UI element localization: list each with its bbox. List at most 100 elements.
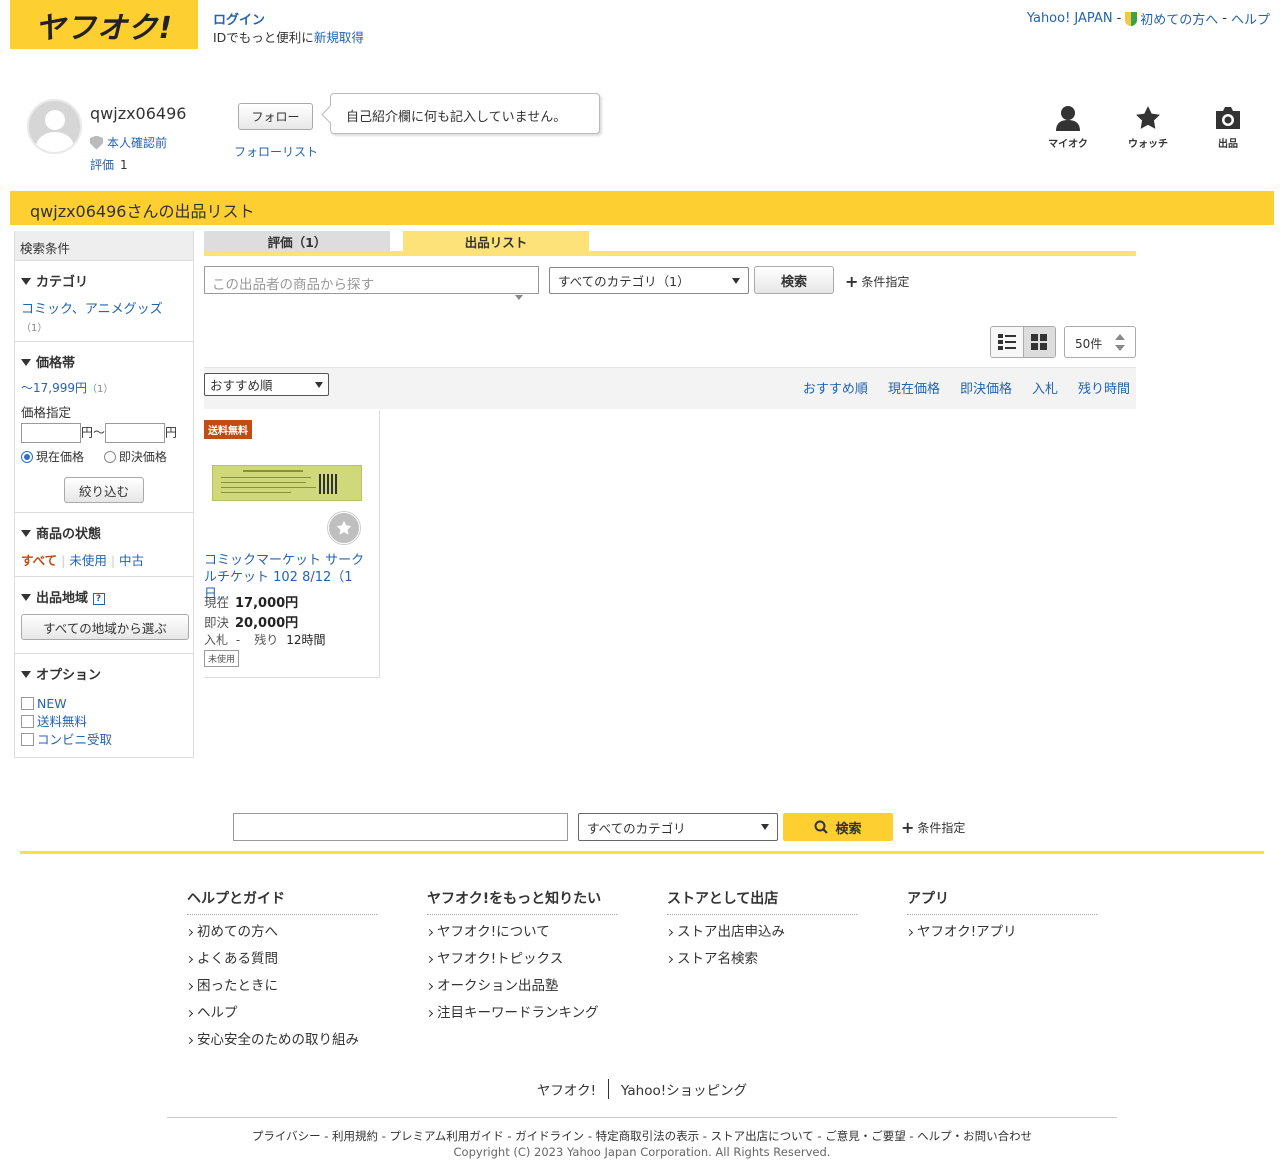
search-button[interactable]: 検索 [754,266,834,294]
bottom-search-button[interactable]: 検索 [783,813,893,841]
condition-unused[interactable]: 未使用 [69,553,107,568]
person-icon [1038,103,1098,131]
triangle-down-icon [21,530,31,537]
category-select[interactable]: すべてのカテゴリ（1） [549,267,749,294]
footer-link[interactable]: ストア名検索 [667,951,857,978]
sort-time-left[interactable]: 残り時間 [1078,378,1130,397]
current-price-radio[interactable]: 現在価格 [21,450,84,464]
condition-all[interactable]: すべて [21,553,57,568]
checkbox[interactable] [21,697,34,710]
option-label[interactable]: NEW [37,696,67,711]
sell-button[interactable]: 出品 [1198,103,1258,150]
brand-shopping-link[interactable]: Yahoo!ショッピング [608,1079,759,1099]
price-title[interactable]: 価格帯 [21,352,187,371]
grid-view-button[interactable] [1023,327,1055,357]
yahoo-japan-link[interactable]: Yahoo! JAPAN [1027,11,1113,26]
chevron-down-icon[interactable] [1115,345,1125,351]
triangle-down-icon [21,359,31,366]
sep: - [1222,11,1227,26]
filter-button[interactable]: 絞り込む [64,477,144,503]
sort-select[interactable]: おすすめ順 [204,373,329,396]
footer-link[interactable]: よくある質問 [187,951,377,978]
sort-current-price[interactable]: 現在価格 [888,378,940,397]
footer-link[interactable]: オークション出品塾 [427,978,617,1005]
watch-button[interactable]: ウォッチ [1118,103,1178,150]
checkbox[interactable] [21,715,34,728]
brand-yahuoku-link[interactable]: ヤフオク! [525,1079,608,1099]
verify-link[interactable]: 本人確認前 [107,134,167,151]
option-free-shipping[interactable]: 送料無料 [21,713,187,731]
price-range[interactable]: 〜17,999円（1） [21,379,187,396]
category-title[interactable]: カテゴリ [21,271,187,290]
footer-link[interactable]: ストア出店申込み [667,924,857,951]
region-title[interactable]: 出品地域 ? [21,587,187,606]
bottom-advanced-link[interactable]: + 条件指定 [901,818,965,837]
tab-listing[interactable]: 出品リスト [403,231,589,251]
select-region-button[interactable]: すべての地域から選ぶ [21,614,189,640]
myauc-button[interactable]: マイオク [1038,103,1098,150]
sort-buyout-price[interactable]: 即決価格 [960,378,1012,397]
verify-status[interactable]: 本人確認前 [90,134,167,151]
rating-link[interactable]: 評価 [90,158,114,172]
category-count: （1） [21,323,48,334]
options-title[interactable]: オプション [21,664,187,683]
bottom-search-input[interactable] [233,813,568,841]
footer-link[interactable]: ヘルプ [187,1005,377,1032]
list-view-button[interactable] [991,327,1024,357]
footer-link[interactable]: 困ったときに [187,978,377,1005]
footer-col-about: ヤフオク!をもっと知りたい ヤフオク!について ヤフオク!トピックス オークショ… [427,888,617,1032]
watch-star-button[interactable] [328,512,360,544]
condition-badge: 未使用 [204,650,240,667]
buyout-price-radio[interactable]: 即決価格 [103,450,167,464]
register-link[interactable]: 新規取得 [314,30,364,45]
option-new[interactable]: NEW [21,695,187,713]
free-shipping-badge: 送料無料 [204,420,252,439]
category-link[interactable]: コミック、アニメグッズ [21,298,187,317]
chevron-down-icon[interactable] [515,295,523,300]
follow-list-link[interactable]: フォローリスト [234,143,318,160]
product-thumbnail[interactable] [212,465,362,501]
bottom-category-select[interactable]: すべてのカテゴリ [578,813,778,841]
copyright: Copyright (C) 2023 Yahoo Japan Corporati… [453,1145,831,1159]
help-icon[interactable]: ? [92,593,105,605]
remain-value: 12時間 [286,633,326,647]
footer-link[interactable]: ヤフオク!について [427,924,617,951]
yahuoku-logo[interactable]: ヤフオク! [10,0,198,49]
tab-rating[interactable]: 評価（1） [204,231,390,251]
option-label[interactable]: コンビニ受取 [37,732,112,747]
condition-title[interactable]: 商品の状態 [21,523,187,542]
rating[interactable]: 評価 1 [90,156,128,173]
sep: - [1116,11,1122,26]
option-convenience-pickup[interactable]: コンビニ受取 [21,731,187,749]
checkbox[interactable] [21,733,34,746]
price-range-link[interactable]: 〜17,999円 [21,381,87,395]
first-time-link[interactable]: 初めての方へ [1125,9,1218,28]
help-link[interactable]: ヘルプ [1231,9,1270,28]
product-card[interactable]: 送料無料 コミックマーケット サークルチケット 102 8/12（1日... 現… [204,410,380,678]
min-price-input[interactable] [21,423,81,443]
shield-icon [90,135,103,150]
category-section: カテゴリ コミック、アニメグッズ （1） [15,260,193,341]
login-link[interactable]: ログイン [213,9,265,28]
footer-link[interactable]: 安心安全のための取り組み [187,1032,377,1059]
bid-info: 入札 - 残り 12時間 [204,631,325,648]
footer-col-store: ストアとして出店 ストア出店申込み ストア名検索 [667,888,857,978]
footer-legal-links[interactable]: プライバシー - 利用規約 - プレミアム利用ガイド - ガイドライン - 特定… [0,1128,1284,1144]
footer-link[interactable]: ヤフオク!アプリ [907,924,1097,951]
footer-link[interactable]: ヤフオク!トピックス [427,951,617,978]
footer-link[interactable]: 注目キーワードランキング [427,1005,617,1032]
sort-bids[interactable]: 入札 [1032,378,1058,397]
per-page-stepper[interactable]: 50件 [1064,326,1136,358]
advanced-search-link[interactable]: + 条件指定 [845,272,909,291]
sort-recommended[interactable]: おすすめ順 [803,378,868,397]
current-price: 現在 17,000円 [204,592,298,611]
condition-used[interactable]: 中古 [119,553,144,568]
follow-button[interactable]: フォロー [238,103,313,130]
bottom-search-label: 検索 [835,821,862,837]
buyout-price-label: 即決価格 [118,450,167,464]
option-label[interactable]: 送料無料 [37,714,87,729]
chevron-up-icon[interactable] [1115,334,1125,340]
max-price-input[interactable] [105,423,166,443]
seller-search-input[interactable]: この出品者の商品から探す [204,266,539,294]
footer-link[interactable]: 初めての方へ [187,924,377,951]
